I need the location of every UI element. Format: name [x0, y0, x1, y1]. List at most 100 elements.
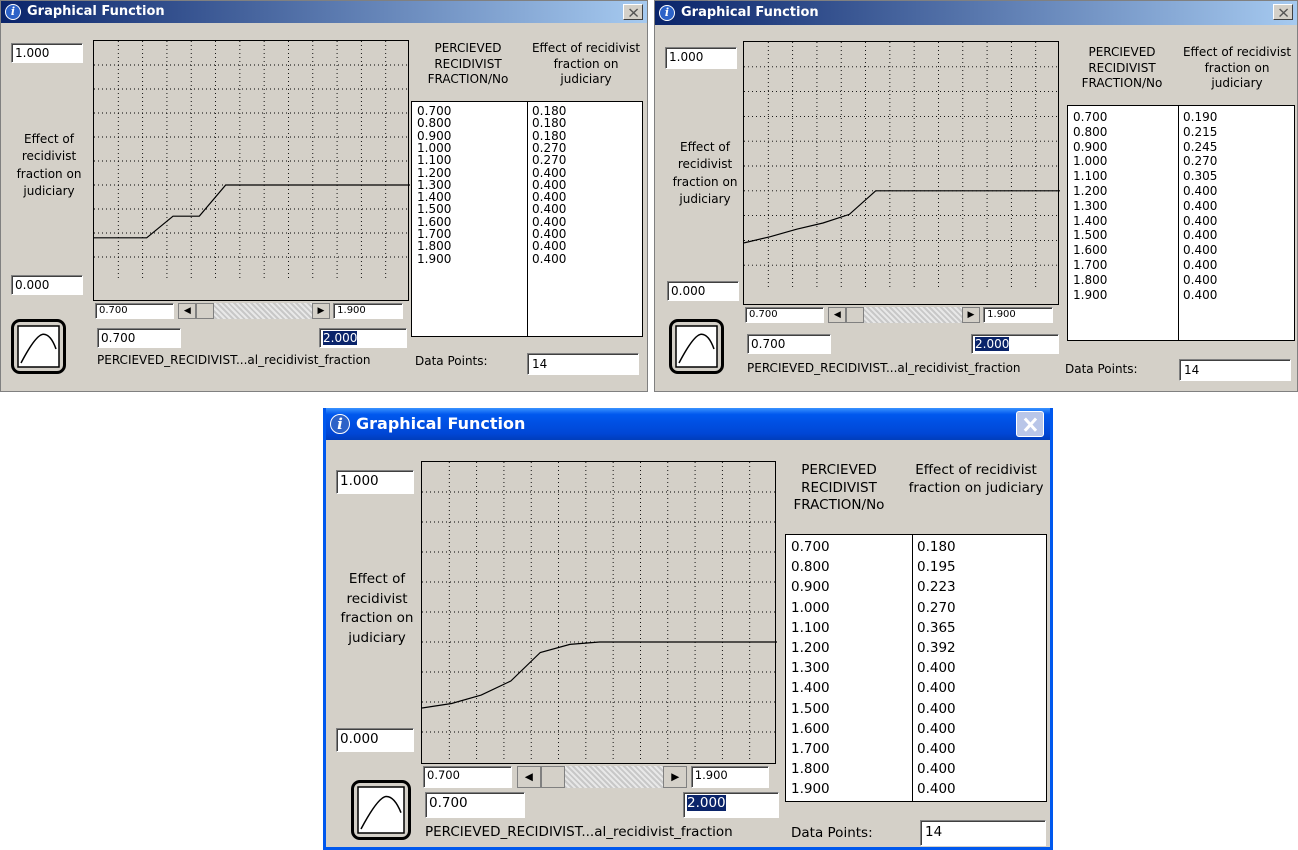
table-cell-x[interactable]: 0.900 [791, 577, 830, 597]
table-cell-y[interactable]: 0.195 [917, 557, 956, 577]
table-cell-x[interactable]: 1.200 [791, 638, 830, 658]
y-min-input[interactable]: 0.000 [11, 275, 83, 295]
y-max-input[interactable]: 1.000 [11, 43, 83, 63]
table-cell-y[interactable]: 0.400 [1183, 214, 1217, 229]
x-max-input[interactable]: 2.000 [319, 328, 407, 348]
x-min-input[interactable]: 0.700 [425, 792, 525, 818]
table-cell-x[interactable]: 1.500 [1073, 228, 1107, 243]
y-max-input[interactable]: 1.000 [665, 47, 737, 69]
table-cell-y[interactable]: 0.400 [917, 678, 956, 698]
table-cell-y[interactable]: 0.180 [917, 537, 956, 557]
graph-type-button[interactable] [669, 319, 724, 374]
title-bar[interactable]: i Graphical Function [1, 1, 647, 23]
table-cell-x[interactable]: 1.900 [417, 252, 451, 265]
table-cell-x[interactable]: 1.900 [1073, 288, 1107, 303]
scroll-track[interactable]: ◀ ▶ [828, 307, 980, 323]
table-cell-x[interactable]: 1.300 [1073, 199, 1107, 214]
function-graph[interactable] [93, 40, 410, 302]
table-cell-x[interactable]: 1.700 [1073, 258, 1107, 273]
graph-type-button[interactable] [11, 319, 66, 374]
data-table[interactable]: 0.700 0.180 0.800 0.195 0.900 0.223 1.000 0.270… [785, 534, 1047, 802]
close-button[interactable] [623, 4, 643, 20]
table-cell-x[interactable]: 0.800 [417, 117, 451, 130]
table-cell-x[interactable]: 1.400 [791, 678, 830, 698]
table-cell-y[interactable]: 0.400 [532, 240, 566, 253]
table-cell-x[interactable]: 1.300 [791, 658, 830, 678]
table-cell-x[interactable]: 1.800 [791, 759, 830, 779]
table-cell-y[interactable]: 0.365 [917, 618, 956, 638]
x-min-input[interactable]: 0.700 [747, 334, 831, 354]
table-cell-x[interactable]: 1.800 [417, 240, 451, 253]
data-points-input[interactable]: 14 [1179, 359, 1291, 381]
data-table[interactable]: 0.700 0.180 0.800 0.180 0.900 0.180 1.000 0.270… [411, 101, 643, 337]
scroll-track[interactable]: ◀ ▶ [178, 303, 330, 319]
scroll-left-button[interactable]: ◀ [178, 303, 197, 319]
scroll-track[interactable]: ◀ ▶ [516, 766, 688, 788]
scroll-thumb[interactable] [540, 766, 565, 788]
table-cell-x[interactable]: 1.900 [791, 779, 830, 799]
table-cell-y[interactable]: 0.400 [917, 719, 956, 739]
table-cell-x[interactable]: 1.000 [1073, 154, 1107, 169]
function-graph[interactable] [421, 461, 777, 789]
table-cell-x[interactable]: 1.000 [791, 598, 830, 618]
x-axis-scrollbar[interactable]: 0.700 ◀ ▶ 1.900 [93, 300, 409, 320]
x-axis-scrollbar[interactable]: 0.700 ◀ ▶ 1.900 [421, 763, 776, 789]
table-cell-y[interactable]: 0.400 [1183, 258, 1217, 273]
graph-type-button[interactable] [351, 780, 411, 840]
table-cell-y[interactable]: 0.400 [532, 203, 566, 216]
table-cell-y[interactable]: 0.400 [917, 658, 956, 678]
table-cell-y[interactable]: 0.400 [1183, 199, 1217, 214]
table-cell-x[interactable]: 1.200 [1073, 184, 1107, 199]
y-min-input[interactable]: 0.000 [667, 281, 739, 301]
table-cell-y[interactable]: 0.190 [1183, 110, 1217, 125]
table-cell-y[interactable]: 0.400 [1183, 228, 1217, 243]
x-max-input[interactable]: 2.000 [971, 334, 1059, 354]
x-axis-scrollbar[interactable]: 0.700 ◀ ▶ 1.900 [743, 304, 1059, 324]
title-bar[interactable]: i Graphical Function [655, 1, 1297, 25]
table-cell-x[interactable]: 0.800 [1073, 125, 1107, 140]
function-graph[interactable] [743, 41, 1060, 311]
table-cell-y[interactable]: 0.400 [1183, 243, 1217, 258]
data-points-input[interactable]: 14 [527, 353, 639, 375]
table-cell-y[interactable]: 0.215 [1183, 125, 1217, 140]
table-cell-x[interactable]: 1.400 [1073, 214, 1107, 229]
scroll-left-button[interactable]: ◀ [828, 307, 847, 323]
table-cell-x[interactable]: 1.100 [1073, 169, 1107, 184]
table-cell-x[interactable]: 1.100 [791, 618, 830, 638]
title-bar[interactable]: i Graphical Function [326, 408, 1050, 440]
table-cell-x[interactable]: 1.200 [417, 166, 451, 179]
table-cell-y[interactable]: 0.400 [532, 166, 566, 179]
table-cell-y[interactable]: 0.400 [1183, 288, 1217, 303]
scroll-left-button[interactable]: ◀ [516, 766, 541, 788]
scroll-thumb[interactable] [846, 307, 865, 323]
close-button[interactable] [1016, 411, 1044, 437]
table-cell-x[interactable]: 1.600 [791, 719, 830, 739]
table-cell-y[interactable]: 0.180 [532, 117, 566, 130]
y-min-input[interactable]: 0.000 [336, 728, 414, 752]
table-cell-x[interactable]: 0.700 [1073, 110, 1107, 125]
table-cell-x[interactable]: 1.700 [791, 739, 830, 759]
table-cell-y[interactable]: 0.245 [1183, 140, 1217, 155]
table-cell-y[interactable]: 0.223 [917, 577, 956, 597]
table-cell-y[interactable]: 0.392 [917, 638, 956, 658]
table-cell-y[interactable]: 0.400 [1183, 184, 1217, 199]
table-cell-y[interactable]: 0.400 [532, 252, 566, 265]
scroll-right-button[interactable]: ▶ [311, 303, 330, 319]
data-points-input[interactable]: 14 [920, 820, 1046, 846]
table-cell-y[interactable]: 0.270 [917, 598, 956, 618]
table-cell-y[interactable]: 0.400 [917, 779, 956, 799]
table-cell-y[interactable]: 0.270 [532, 154, 566, 167]
table-cell-x[interactable]: 1.800 [1073, 273, 1107, 288]
x-max-input[interactable]: 2.000 [683, 792, 779, 818]
scroll-right-button[interactable]: ▶ [663, 766, 688, 788]
data-table[interactable]: 0.700 0.190 0.800 0.215 0.900 0.245 1.000 0.270… [1067, 105, 1295, 341]
x-min-input[interactable]: 0.700 [97, 328, 181, 348]
table-cell-y[interactable]: 0.270 [1183, 154, 1217, 169]
y-max-input[interactable]: 1.000 [336, 470, 414, 494]
table-cell-x[interactable]: 0.800 [791, 557, 830, 577]
table-cell-y[interactable]: 0.400 [917, 699, 956, 719]
table-cell-y[interactable]: 0.400 [917, 739, 956, 759]
table-cell-x[interactable]: 0.900 [1073, 140, 1107, 155]
table-cell-x[interactable]: 1.500 [417, 203, 451, 216]
table-cell-y[interactable]: 0.305 [1183, 169, 1217, 184]
